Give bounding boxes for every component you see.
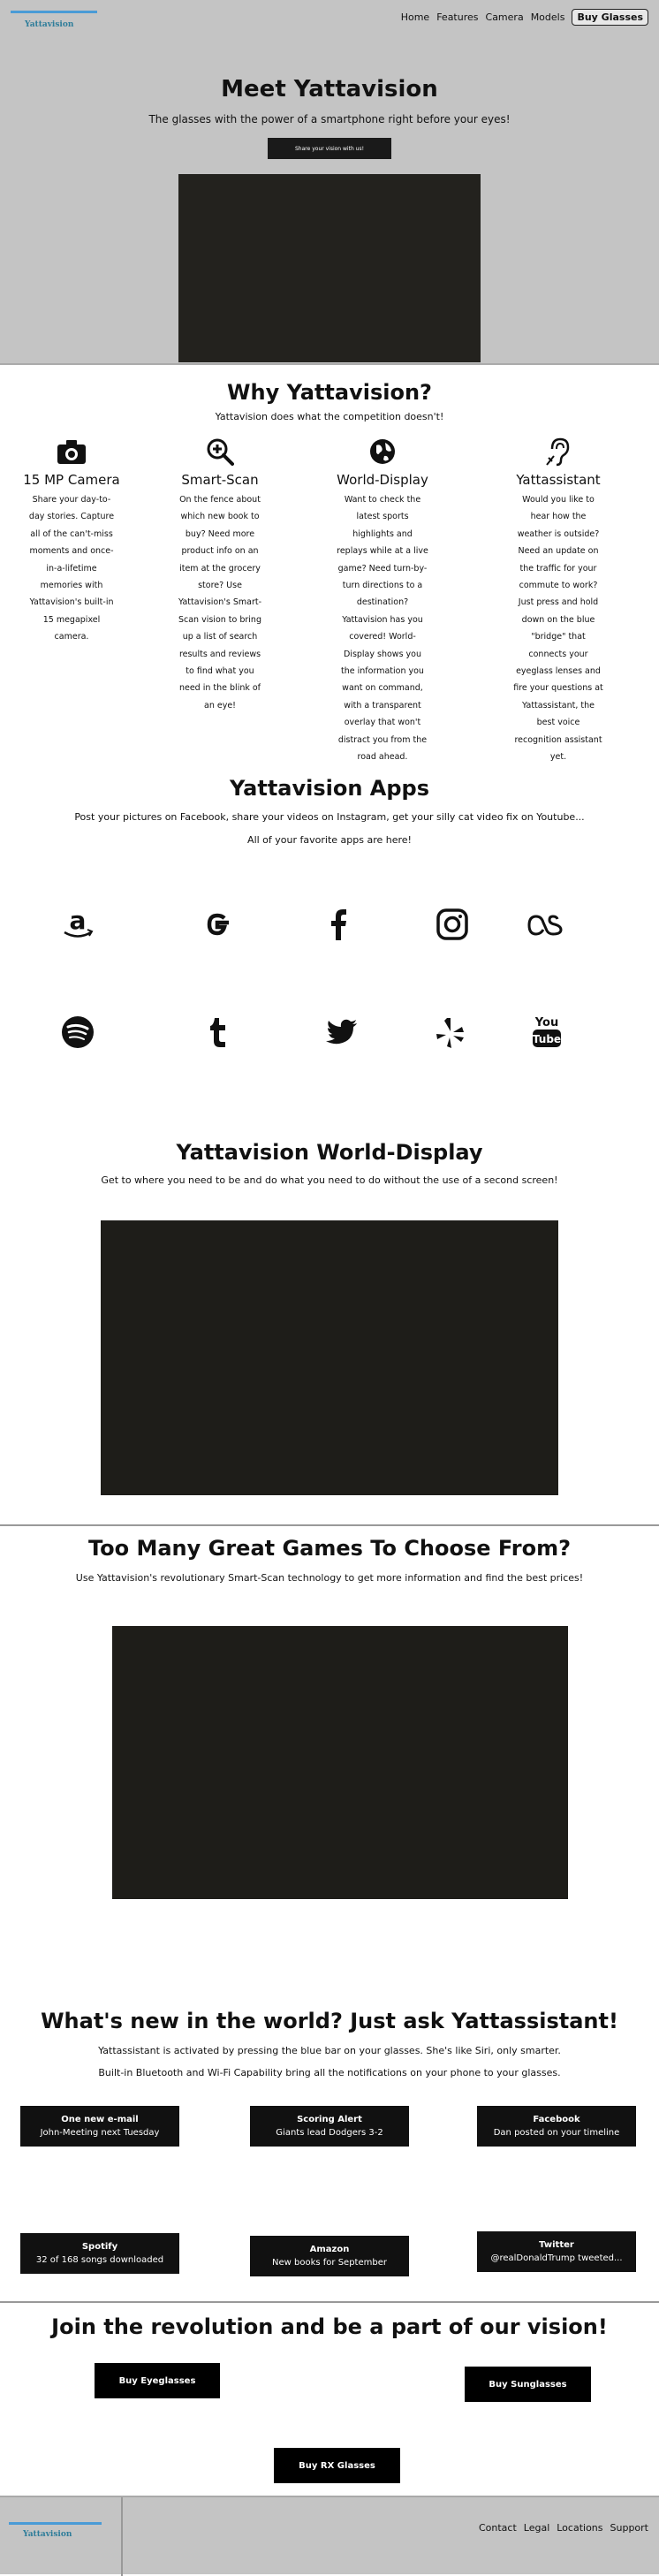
youtube-icon[interactable]: You Tube: [525, 1010, 569, 1054]
camera-icon: [10, 437, 133, 467]
feature-world-display: World-Display Want to check the latest s…: [321, 437, 444, 766]
section-divider: [0, 2301, 659, 2303]
twitter-icon[interactable]: [320, 1010, 364, 1054]
assistant-subtitle-2: Built-in Bluetooth and Wi-Fi Capability …: [98, 2067, 561, 2078]
google-icon[interactable]: [195, 902, 239, 946]
notification-title: Spotify: [81, 2242, 118, 2252]
nav-features[interactable]: Features: [436, 11, 478, 23]
footer-link-locations[interactable]: Locations: [557, 2522, 602, 2534]
logo-text: Yattavision: [25, 20, 74, 29]
lastfm-icon[interactable]: [524, 902, 568, 946]
footer-link-contact[interactable]: Contact: [479, 2522, 517, 2534]
why-title: Why Yattavision?: [227, 380, 432, 405]
games-video[interactable]: [112, 1626, 568, 1899]
notification-title: One new e-mail: [61, 2115, 139, 2124]
hero-section: Yattavision Home Features Camera Models …: [0, 0, 659, 365]
notification-title: Twitter: [539, 2240, 574, 2250]
feature-name: 15 MP Camera: [23, 472, 120, 488]
apps-subtitle-2: All of your favorite apps are here!: [247, 834, 412, 846]
notification-card[interactable]: Twitter @realDonaldTrump tweeted...: [477, 2231, 636, 2272]
svg-text:Tube: Tube: [533, 1033, 561, 1045]
notification-card[interactable]: Amazon New books for September: [250, 2236, 409, 2276]
feature-desc: Want to check the latest sports highligh…: [337, 495, 428, 763]
notification-text: John-Meeting next Tuesday: [40, 2128, 160, 2138]
facebook-icon[interactable]: [317, 902, 361, 946]
footer-logo-text: Yattavision: [23, 2530, 72, 2539]
notification-card[interactable]: Facebook Dan posted on your timeline: [477, 2106, 636, 2147]
feature-camera: 15 MP Camera Share your day-to-day stori…: [10, 437, 133, 646]
notification-text: Dan posted on your timeline: [493, 2128, 620, 2138]
notification-card[interactable]: One new e-mail John-Meeting next Tuesday: [20, 2106, 179, 2147]
feature-name: Smart-Scan: [181, 472, 259, 488]
svg-text:You: You: [534, 1016, 558, 1030]
share-vision-button[interactable]: Share your vision with us!: [268, 138, 391, 159]
games-title: Too Many Great Games To Choose From?: [87, 1536, 572, 1561]
footer-link-support[interactable]: Support: [610, 2522, 648, 2534]
notification-title: Amazon: [309, 2245, 350, 2254]
world-display-video[interactable]: [101, 1220, 558, 1495]
hero-subtitle: The glasses with the power of a smartpho…: [148, 113, 511, 125]
buy-rx-glasses-button[interactable]: Buy RX Glasses: [274, 2448, 400, 2483]
feature-yattassistant: Yattassistant Would you like to hear how…: [496, 437, 620, 766]
footer: Yattavision Contact Legal Locations Supp…: [0, 2496, 659, 2576]
nav-home[interactable]: Home: [401, 11, 429, 23]
notification-text: Giants lead Dodgers 3-2: [276, 2128, 383, 2138]
notification-text: New books for September: [272, 2258, 387, 2268]
svg-text:a: a: [70, 907, 87, 935]
yelp-icon[interactable]: [428, 1010, 472, 1054]
notification-title: Facebook: [533, 2115, 580, 2124]
instagram-icon[interactable]: [430, 902, 474, 946]
notification-card[interactable]: Spotify 32 of 168 songs downloaded: [20, 2233, 179, 2274]
games-subtitle: Use Yattavision's revolutionary Smart-Sc…: [75, 1572, 584, 1584]
apps-title: Yattavision Apps: [229, 776, 430, 801]
feature-name: World-Display: [337, 472, 428, 488]
footer-links: Contact Legal Locations Support: [479, 2522, 648, 2534]
world-display-subtitle: Get to where you need to be and do what …: [101, 1174, 558, 1186]
feature-desc: On the fence about which new book to buy…: [178, 495, 262, 710]
notification-text: @realDonaldTrump tweeted...: [490, 2253, 623, 2263]
ear-icon: [496, 437, 620, 467]
join-title: Join the revolution and be a part of our…: [51, 2314, 608, 2339]
assistant-title: What's new in the world? Just ask Yattas…: [41, 2009, 618, 2033]
notification-text: 32 of 168 songs downloaded: [35, 2255, 164, 2265]
notification-card[interactable]: Scoring Alert Giants lead Dodgers 3-2: [250, 2106, 409, 2147]
amazon-icon[interactable]: a: [56, 902, 100, 946]
feature-smart-scan: Smart-Scan On the fence about which new …: [158, 437, 282, 714]
notification-title: Scoring Alert: [297, 2115, 362, 2124]
feature-desc: Would you like to hear how the weather i…: [513, 495, 603, 763]
section-divider: [0, 1524, 659, 1526]
world-display-title: Yattavision World-Display: [176, 1140, 483, 1165]
tumblr-icon[interactable]: [196, 1010, 240, 1054]
apps-subtitle-1: Post your pictures on Facebook, share yo…: [74, 811, 585, 823]
logo[interactable]: Yattavision: [11, 11, 97, 34]
buy-glasses-button[interactable]: Buy Glasses: [572, 9, 648, 26]
nav-models[interactable]: Models: [531, 11, 565, 23]
top-nav: Home Features Camera Models Buy Glasses: [401, 9, 648, 26]
hero-title: Meet Yattavision: [221, 76, 438, 103]
feature-desc: Share your day-to-day stories. Capture a…: [28, 495, 115, 642]
why-subtitle: Yattavision does what the competition do…: [215, 411, 444, 422]
spotify-icon[interactable]: [56, 1010, 100, 1054]
globe-icon: [321, 437, 444, 467]
magnifier-plus-icon: [158, 437, 282, 467]
assistant-subtitle-1: Yattassistant is activated by pressing t…: [98, 2045, 561, 2056]
hero-video[interactable]: [178, 174, 481, 362]
footer-logo[interactable]: Yattavision: [9, 2522, 102, 2542]
footer-logo-area: Yattavision: [0, 2497, 123, 2576]
nav-camera[interactable]: Camera: [486, 11, 524, 23]
buy-eyeglasses-button[interactable]: Buy Eyeglasses: [95, 2363, 220, 2398]
feature-name: Yattassistant: [516, 472, 601, 488]
buy-sunglasses-button[interactable]: Buy Sunglasses: [465, 2367, 591, 2402]
footer-link-legal[interactable]: Legal: [524, 2522, 549, 2534]
